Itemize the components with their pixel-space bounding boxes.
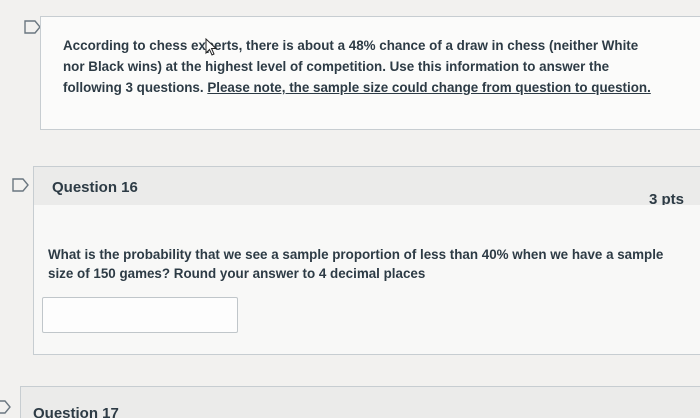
- question-title: Question 17: [33, 405, 119, 418]
- bookmark-flag-icon[interactable]: [0, 400, 12, 414]
- instructions-panel: According to chess experts, there is abo…: [40, 16, 700, 130]
- question-prompt: What is the probability that we see a sa…: [48, 247, 664, 281]
- answer-input[interactable]: [42, 297, 238, 333]
- question-title: Question 16: [52, 179, 138, 196]
- mouse-pointer-icon: [204, 37, 218, 56]
- instructions-note: Please note, the sample size could chang…: [207, 80, 651, 95]
- bookmark-flag-icon[interactable]: [12, 178, 30, 192]
- question-17-header: Question 17: [20, 386, 700, 418]
- question-16-body: What is the probability that we see a sa…: [33, 205, 700, 355]
- quiz-page: According to chess experts, there is abo…: [0, 0, 700, 418]
- question-16-header: Question 16 3 pts: [33, 166, 700, 208]
- instructions-text: According to chess experts, there is abo…: [63, 35, 663, 98]
